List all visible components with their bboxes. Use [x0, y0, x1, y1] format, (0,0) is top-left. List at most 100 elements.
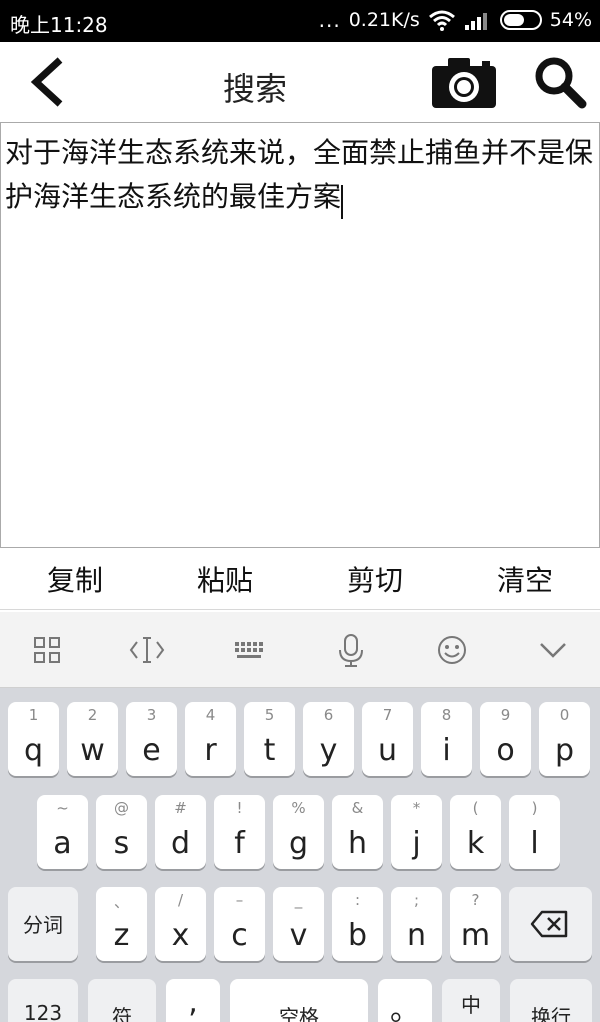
backspace-key[interactable]: [509, 887, 592, 961]
key-e-secondary: 3: [146, 706, 157, 724]
key-g-secondary: %: [291, 799, 306, 817]
key-h-label: h: [347, 826, 367, 861]
key-o-label: o: [496, 733, 515, 768]
key-o-secondary: 9: [500, 706, 511, 724]
key-d-secondary: #: [174, 799, 187, 817]
key-k-secondary: (: [472, 799, 479, 817]
fenci-key[interactable]: 分词: [8, 887, 78, 961]
key-w-secondary: 2: [87, 706, 98, 724]
emoji-icon[interactable]: [432, 630, 472, 670]
key-e-label: e: [142, 733, 161, 768]
key-c[interactable]: – c: [214, 887, 265, 961]
key-e[interactable]: 3e: [126, 702, 177, 776]
search-button[interactable]: [532, 54, 588, 110]
period-key-label: 。: [390, 993, 420, 1022]
status-time: 晚上11:28: [10, 13, 108, 37]
keyboard-icon[interactable]: [229, 630, 269, 670]
key-q-secondary: 1: [28, 706, 39, 724]
key-y[interactable]: 6y: [303, 702, 354, 776]
key-v[interactable]: _ v: [273, 887, 324, 961]
backspace-icon: [530, 910, 568, 938]
key-y-label: y: [319, 733, 338, 768]
key-z[interactable]: 、 z: [96, 887, 147, 961]
key-l-label: l: [530, 826, 539, 861]
microphone-icon[interactable]: [331, 630, 371, 670]
keyboard-toolbar: [0, 612, 600, 688]
key-x-label: x: [171, 918, 190, 953]
camera-icon: [432, 58, 496, 108]
key-r[interactable]: 4r: [185, 702, 236, 776]
numbers-key[interactable]: 123: [8, 979, 78, 1022]
key-i[interactable]: 8i: [421, 702, 472, 776]
key-u[interactable]: 7u: [362, 702, 413, 776]
key-n-secondary: ;: [413, 891, 420, 909]
paste-button[interactable]: 粘贴: [150, 552, 300, 609]
chevron-down-icon[interactable]: [533, 630, 573, 670]
key-z-secondary: 、: [113, 893, 129, 911]
key-a[interactable]: ~ a: [37, 795, 88, 869]
key-s-label: s: [113, 826, 130, 861]
key-r-secondary: 4: [205, 706, 216, 724]
copy-button[interactable]: 复制: [0, 552, 150, 609]
key-g[interactable]: % g: [273, 795, 324, 869]
key-t[interactable]: 5t: [244, 702, 295, 776]
key-v-label: v: [289, 918, 308, 953]
key-f[interactable]: ! f: [214, 795, 265, 869]
key-o[interactable]: 9o: [480, 702, 531, 776]
key-w[interactable]: 2w: [67, 702, 118, 776]
key-b-secondary: :: [354, 891, 361, 909]
comma-key[interactable]: ,: [166, 979, 220, 1022]
key-p[interactable]: 0p: [539, 702, 590, 776]
symbols-key[interactable]: 符: [88, 979, 156, 1022]
key-p-label: p: [554, 733, 575, 768]
language-key[interactable]: 中: [442, 979, 500, 1022]
key-u-label: u: [377, 733, 397, 768]
key-k[interactable]: (k: [450, 795, 501, 869]
key-s[interactable]: @ s: [96, 795, 147, 869]
enter-key-label: 换行: [531, 1005, 571, 1022]
key-q[interactable]: 1q: [8, 702, 59, 776]
key-j[interactable]: * j: [391, 795, 442, 869]
cursor-icon[interactable]: [127, 630, 167, 670]
key-s-secondary: @: [114, 799, 129, 817]
action-bar: 复制 粘贴 剪切 清空: [0, 552, 600, 610]
key-m-secondary: ?: [471, 891, 480, 909]
signal-icon: [464, 13, 487, 30]
clear-button[interactable]: 清空: [450, 552, 600, 609]
key-g-label: g: [288, 826, 309, 861]
key-l[interactable]: ) l: [509, 795, 560, 869]
soft-keyboard: 1q2w3e4r5t6y7u8i9o0p ~ a @ s # d! f% g & h * j(k) l …: [0, 688, 600, 1022]
grid-icon[interactable]: [27, 630, 67, 670]
key-m[interactable]: ? m: [450, 887, 501, 961]
space-key[interactable]: 空格: [230, 979, 368, 1022]
key-r-label: r: [204, 733, 217, 768]
period-key[interactable]: 。: [378, 979, 432, 1022]
cut-button[interactable]: 剪切: [300, 552, 450, 609]
key-j-label: j: [412, 826, 421, 861]
key-h[interactable]: & h: [332, 795, 383, 869]
key-f-label: f: [234, 826, 245, 861]
status-dots: ...: [318, 8, 341, 32]
battery-icon: [499, 10, 542, 30]
key-i-secondary: 8: [441, 706, 452, 724]
comma-key-label: ,: [188, 985, 198, 1020]
key-x[interactable]: / x: [155, 887, 206, 961]
camera-button[interactable]: [430, 54, 498, 110]
back-arrow-icon: [30, 57, 63, 107]
status-bar: 晚上11:28 ... 0.21K/s 54%: [0, 0, 600, 42]
key-d[interactable]: # d: [155, 795, 206, 869]
key-b[interactable]: :b: [332, 887, 383, 961]
text-content: 对于海洋生态系统来说，全面禁止捕鱼并不是保护海洋生态系统的最佳方案: [5, 136, 594, 213]
back-button[interactable]: [18, 52, 78, 112]
fenci-key-label: 分词: [23, 913, 63, 937]
key-n[interactable]: ; n: [391, 887, 442, 961]
wifi-icon: [428, 10, 455, 31]
search-icon: [535, 57, 587, 109]
text-caret: [341, 184, 344, 219]
key-c-label: c: [231, 918, 248, 953]
key-d-label: d: [170, 826, 191, 861]
text-input-area[interactable]: 对于海洋生态系统来说，全面禁止捕鱼并不是保护海洋生态系统的最佳方案: [0, 122, 600, 548]
key-i-label: i: [442, 733, 451, 768]
enter-key[interactable]: 换行: [510, 979, 592, 1022]
key-m-label: m: [460, 918, 491, 953]
